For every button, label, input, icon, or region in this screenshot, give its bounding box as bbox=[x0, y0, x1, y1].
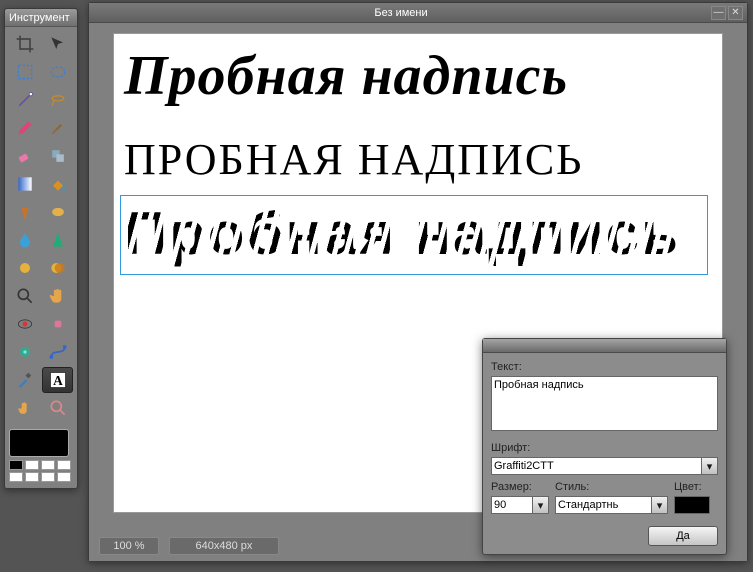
style-select[interactable] bbox=[555, 496, 652, 514]
palette-swatch[interactable] bbox=[25, 460, 39, 470]
text-layer-3[interactable]: Пробная надпись bbox=[124, 199, 694, 268]
gradient-tool[interactable] bbox=[9, 171, 40, 197]
size-input[interactable] bbox=[491, 496, 533, 514]
dodge-tool[interactable] bbox=[9, 255, 40, 281]
chevron-down-icon: ▾ bbox=[538, 499, 544, 512]
path-tool[interactable] bbox=[42, 339, 73, 365]
move-tool[interactable] bbox=[42, 31, 73, 57]
size-dropdown-button[interactable]: ▾ bbox=[533, 496, 549, 514]
minimize-icon: — bbox=[714, 7, 724, 18]
color-swatch[interactable] bbox=[674, 496, 710, 514]
eraser-tool[interactable] bbox=[9, 143, 40, 169]
chevron-down-icon: ▾ bbox=[657, 499, 663, 512]
palette-swatch[interactable] bbox=[9, 460, 23, 470]
palette-swatch[interactable] bbox=[57, 460, 71, 470]
fill-tool[interactable] bbox=[42, 171, 73, 197]
rect-select-tool[interactable] bbox=[9, 59, 40, 85]
toolbox-title-text: Инструмент bbox=[9, 12, 70, 24]
document-window: Без имени — ✕ Пробная надпись ПРОБНАЯ НА… bbox=[88, 2, 748, 562]
sponge-tool[interactable] bbox=[42, 199, 73, 225]
shape-tool[interactable] bbox=[9, 339, 40, 365]
text-input[interactable] bbox=[491, 376, 718, 431]
magic-wand-tool[interactable] bbox=[9, 87, 40, 113]
sharpen-tool[interactable] bbox=[42, 227, 73, 253]
pencil-tool[interactable] bbox=[9, 115, 40, 141]
burn-tool[interactable] bbox=[42, 255, 73, 281]
document-title: Без имени bbox=[93, 7, 709, 19]
palette-swatch[interactable] bbox=[41, 460, 55, 470]
palette-swatch[interactable] bbox=[57, 472, 71, 482]
document-titlebar[interactable]: Без имени — ✕ bbox=[89, 3, 747, 23]
dialog-titlebar[interactable] bbox=[483, 339, 726, 353]
size-label: Размер: bbox=[491, 481, 549, 493]
toolbox-title: Инструмент bbox=[5, 9, 77, 27]
font-select[interactable] bbox=[491, 457, 702, 475]
toolbox-window: Инструмент A bbox=[4, 8, 78, 489]
eyedropper-tool[interactable] bbox=[9, 367, 40, 393]
brush-tool[interactable] bbox=[42, 115, 73, 141]
color-label: Цвет: bbox=[674, 481, 718, 493]
tool-grid: A bbox=[5, 27, 77, 425]
redeye-tool[interactable] bbox=[9, 311, 40, 337]
canvas-dimensions: 640x480 px bbox=[169, 537, 279, 555]
close-button[interactable]: ✕ bbox=[728, 6, 743, 20]
minimize-button[interactable]: — bbox=[711, 6, 726, 20]
smudge-tool[interactable] bbox=[9, 199, 40, 225]
svg-text:A: A bbox=[53, 373, 63, 388]
blur-tool[interactable] bbox=[9, 227, 40, 253]
pan-tool[interactable] bbox=[9, 395, 40, 421]
ok-button[interactable]: Да bbox=[648, 526, 718, 546]
font-dropdown-button[interactable]: ▾ bbox=[702, 457, 718, 475]
zoom-tool[interactable] bbox=[9, 283, 40, 309]
crop-tool[interactable] bbox=[9, 31, 40, 57]
status-bar: 100 % 640x480 px bbox=[99, 537, 279, 555]
text-label: Текст: bbox=[491, 361, 718, 373]
zoom-level[interactable]: 100 % bbox=[99, 537, 159, 555]
lasso-tool[interactable] bbox=[42, 87, 73, 113]
text-tool[interactable]: A bbox=[42, 367, 73, 393]
style-label: Стиль: bbox=[555, 481, 668, 493]
foreground-color-swatch[interactable] bbox=[9, 429, 69, 457]
color-swatches bbox=[5, 425, 77, 488]
text-layer-2: ПРОБНАЯ НАДПИСЬ bbox=[124, 134, 583, 185]
font-label: Шрифт: bbox=[491, 442, 718, 454]
heal-tool[interactable] bbox=[42, 311, 73, 337]
hand-tool[interactable] bbox=[42, 283, 73, 309]
chevron-down-icon: ▾ bbox=[707, 460, 713, 473]
palette-swatch[interactable] bbox=[25, 472, 39, 482]
close-icon: ✕ bbox=[731, 7, 739, 18]
clone-tool[interactable] bbox=[42, 143, 73, 169]
text-dialog: Текст: Шрифт: ▾ Размер: ▾ bbox=[482, 338, 727, 555]
palette-swatch[interactable] bbox=[9, 472, 23, 482]
document-body: Пробная надпись ПРОБНАЯ НАДПИСЬ Пробная … bbox=[89, 23, 747, 561]
palette-swatch[interactable] bbox=[41, 472, 55, 482]
style-dropdown-button[interactable]: ▾ bbox=[652, 496, 668, 514]
magnify-tool[interactable] bbox=[42, 395, 73, 421]
ellipse-select-tool[interactable] bbox=[42, 59, 73, 85]
text-layer-1: Пробная надпись bbox=[124, 44, 568, 108]
